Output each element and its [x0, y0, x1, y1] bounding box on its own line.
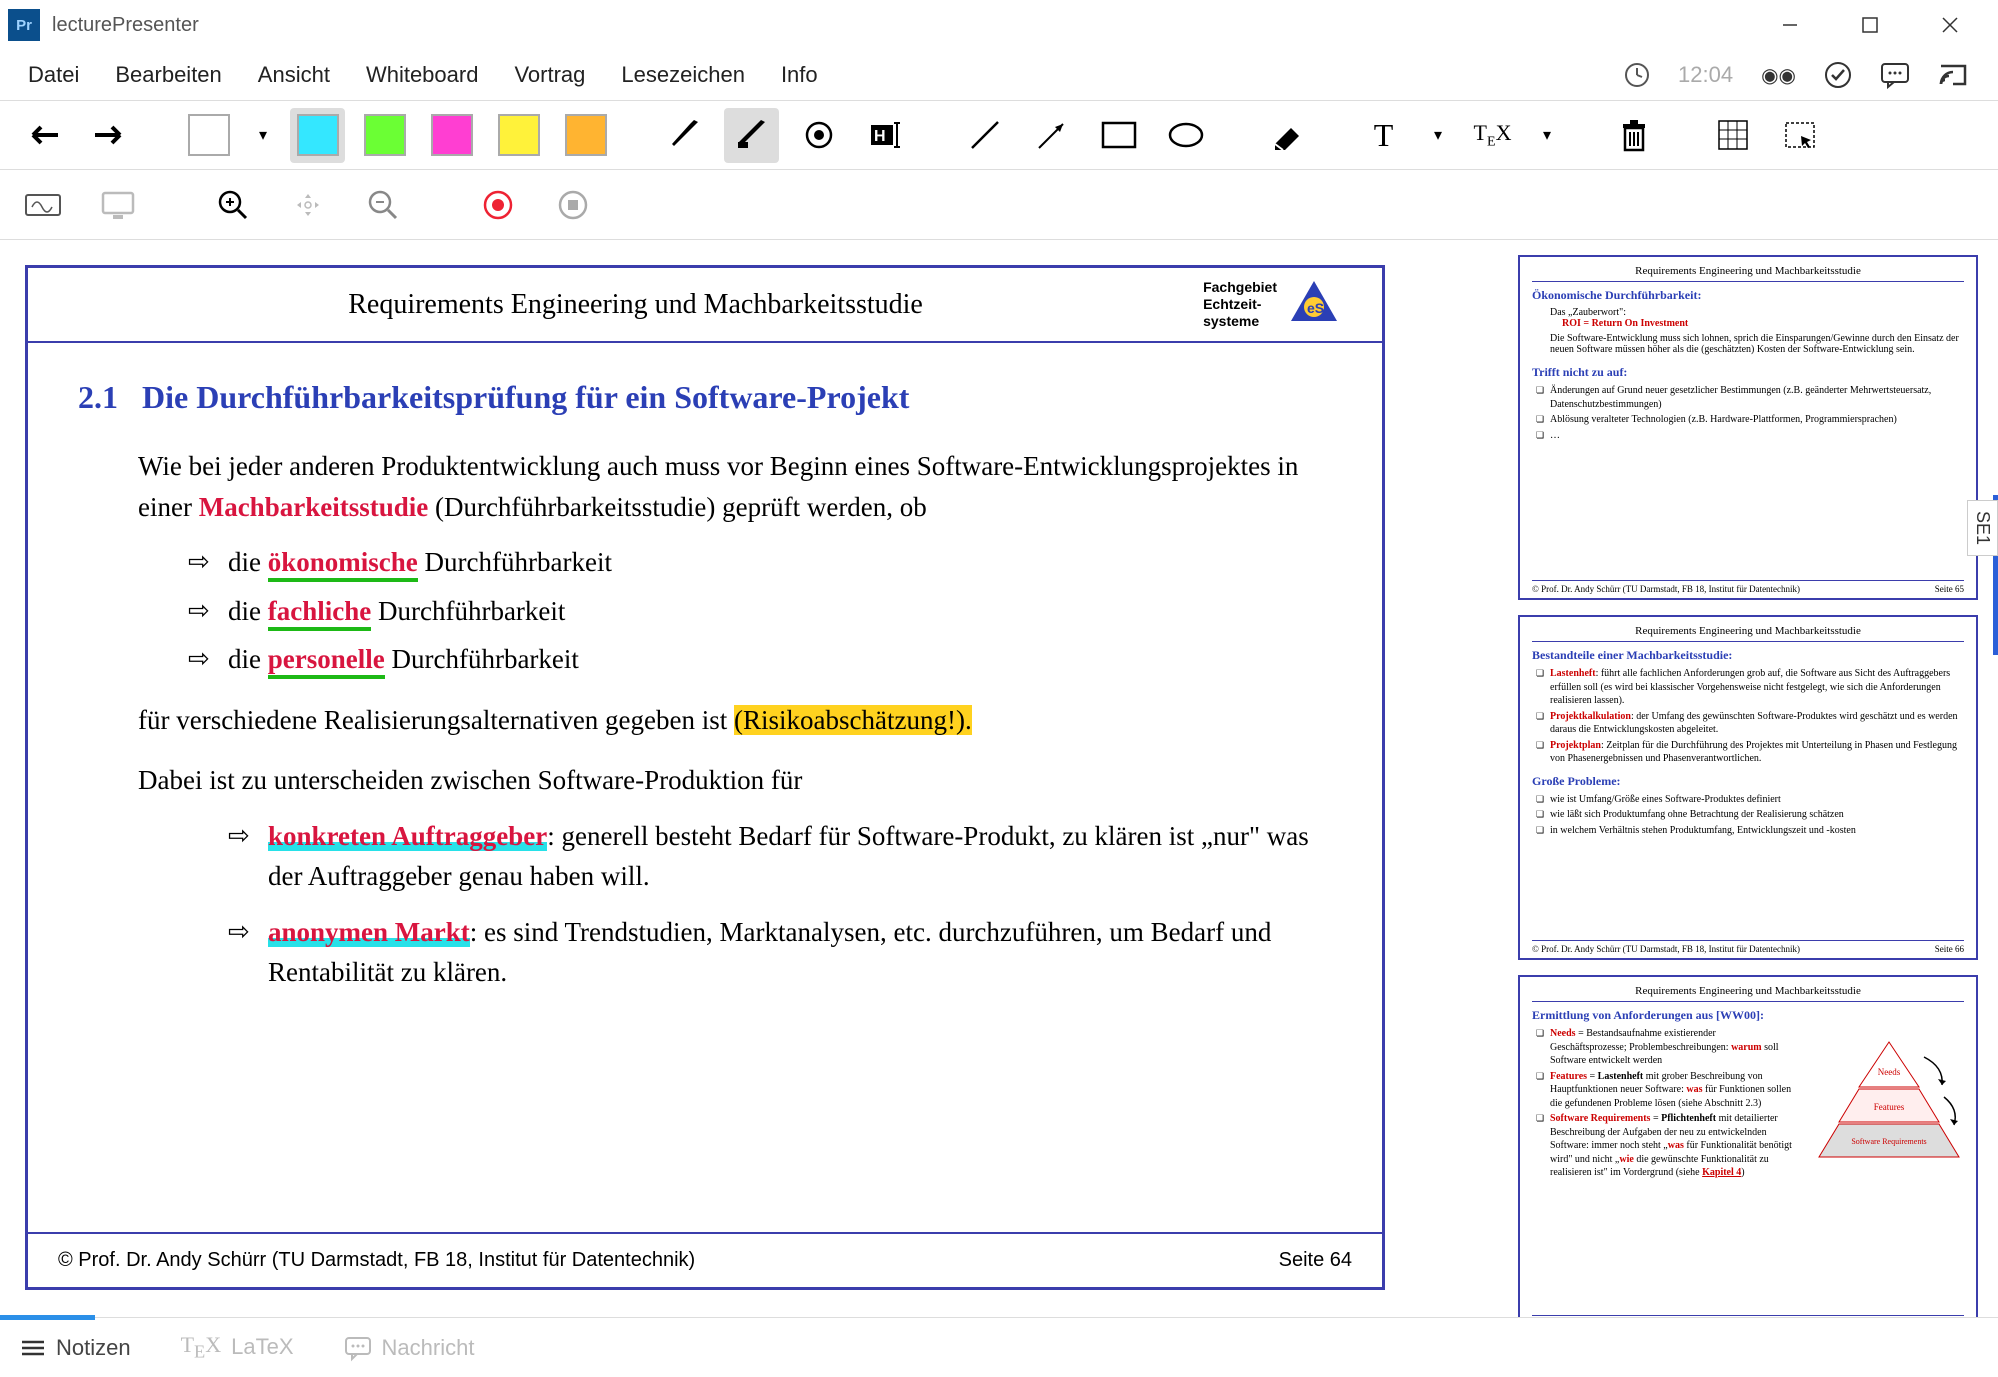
- thumb-header: Requirements Engineering und Machbarkeit…: [1532, 625, 1964, 642]
- toolbar-main: ▾ H T ▾ TEX ▾: [0, 100, 1998, 170]
- latex-dropdown[interactable]: ▾: [1532, 108, 1562, 163]
- zoom-out-button[interactable]: [355, 177, 410, 232]
- svg-text:Features: Features: [1874, 1102, 1905, 1112]
- select-area-tool[interactable]: [1772, 108, 1827, 163]
- ellipse-tool[interactable]: [1158, 108, 1213, 163]
- side-tab[interactable]: SE1: [1967, 500, 1998, 556]
- latex-icon: TEX: [181, 1332, 222, 1362]
- menu-whiteboard[interactable]: Whiteboard: [348, 54, 497, 96]
- text-select-tool[interactable]: H: [858, 108, 913, 163]
- message-icon: [344, 1336, 372, 1360]
- footer-author: © Prof. Dr. Andy Schürr (TU Darmstadt, F…: [58, 1249, 695, 1272]
- color-pink[interactable]: [181, 108, 236, 163]
- window-controls: [1770, 10, 1990, 40]
- section-heading: 2.1 Die Durchführbarkeitsprüfung für ein…: [78, 373, 1332, 421]
- menu-lesezeichen[interactable]: Lesezeichen: [603, 54, 763, 96]
- current-slide[interactable]: Requirements Engineering und Machbarkeit…: [25, 265, 1385, 1290]
- record-indicator-icon[interactable]: ◉◉: [1761, 63, 1796, 88]
- stop-button[interactable]: [545, 177, 600, 232]
- bullet-item: konkreten Auftraggeber: generell besteht…: [138, 816, 1332, 897]
- svg-text:Needs: Needs: [1878, 1067, 1901, 1077]
- logo-icon: eS: [1287, 277, 1342, 332]
- thumb-header: Requirements Engineering und Machbarkeit…: [1532, 265, 1964, 282]
- line-tool[interactable]: [957, 108, 1012, 163]
- slide-body: 2.1 Die Durchführbarkeitsprüfung für ein…: [28, 343, 1382, 1031]
- menubar: Datei Bearbeiten Ansicht Whiteboard Vort…: [0, 50, 1998, 100]
- tab-latex[interactable]: TEX LaTeX: [181, 1332, 294, 1362]
- display-button[interactable]: [90, 177, 145, 232]
- slide-header: Requirements Engineering und Machbarkeit…: [28, 268, 1382, 343]
- pan-button[interactable]: [280, 177, 335, 232]
- svg-text:H: H: [874, 128, 886, 145]
- paragraph: Dabei ist zu unterscheiden zwischen Soft…: [138, 760, 1332, 801]
- menu-datei[interactable]: Datei: [10, 54, 97, 96]
- minimize-button[interactable]: [1770, 10, 1810, 40]
- menu-info[interactable]: Info: [763, 54, 836, 96]
- delete-tool[interactable]: [1606, 108, 1661, 163]
- bullet-item: anonymen Markt: es sind Trendstudien, Ma…: [138, 912, 1332, 993]
- bullet-item: die ökonomische Durchführbarkeit: [138, 542, 1332, 583]
- pointer-tool[interactable]: [791, 108, 846, 163]
- tab-notizen[interactable]: Notizen: [20, 1335, 131, 1361]
- eraser-tool[interactable]: [1257, 108, 1312, 163]
- clock-time: 12:04: [1678, 62, 1733, 88]
- toolbar-secondary: [0, 170, 1998, 240]
- text-tool[interactable]: T: [1356, 108, 1411, 163]
- thumbnail-slide-66[interactable]: Requirements Engineering und Machbarkeit…: [1518, 615, 1978, 960]
- menu-vortrag[interactable]: Vortrag: [496, 54, 603, 96]
- thumb-header: Requirements Engineering und Machbarkeit…: [1532, 985, 1964, 1002]
- close-button[interactable]: [1930, 10, 1970, 40]
- thumbnail-panel: Requirements Engineering und Machbarkeit…: [1508, 240, 1998, 1317]
- bullet-item: die fachliche Durchführbarkeit: [138, 591, 1332, 632]
- grid-tool[interactable]: [1705, 108, 1760, 163]
- color-yellow[interactable]: [491, 108, 546, 163]
- color-green[interactable]: [357, 108, 412, 163]
- maximize-button[interactable]: [1850, 10, 1890, 40]
- tab-nachricht[interactable]: Nachricht: [344, 1335, 475, 1361]
- titlebar: Pr lecturePresenter: [0, 0, 1998, 50]
- department-label: FachgebietEchtzeit-systeme: [1203, 279, 1277, 329]
- app-title: lecturePresenter: [52, 14, 199, 37]
- footer-page: Seite 64: [1279, 1249, 1352, 1272]
- highlighter-tool[interactable]: [724, 108, 779, 163]
- color-magenta[interactable]: [424, 108, 479, 163]
- slide-area: Requirements Engineering und Machbarkeit…: [0, 240, 1508, 1317]
- bullet-item: die personelle Durchführbarkeit: [138, 639, 1332, 680]
- paragraph: Wie bei jeder anderen Produktentwicklung…: [138, 446, 1332, 527]
- rectangle-tool[interactable]: [1091, 108, 1146, 163]
- arrow-tool[interactable]: [1024, 108, 1079, 163]
- chat-icon[interactable]: [1880, 62, 1910, 88]
- redo-button[interactable]: [82, 108, 137, 163]
- pyramid-diagram: Needs Features Software Requirements: [1814, 1037, 1964, 1167]
- main-area: Requirements Engineering und Machbarkeit…: [0, 240, 1998, 1317]
- record-button[interactable]: [470, 177, 525, 232]
- undo-button[interactable]: [15, 108, 70, 163]
- svg-text:eS: eS: [1307, 300, 1324, 316]
- color-orange[interactable]: [558, 108, 613, 163]
- presenter-view-button[interactable]: [15, 177, 70, 232]
- text-dropdown[interactable]: ▾: [1423, 108, 1453, 163]
- pen-tool[interactable]: [657, 108, 712, 163]
- thumbnail-slide-67[interactable]: Requirements Engineering und Machbarkeit…: [1518, 975, 1978, 1317]
- slide-header-title: Requirements Engineering und Machbarkeit…: [68, 289, 1203, 321]
- thumbnail-slide-65[interactable]: Requirements Engineering und Machbarkeit…: [1518, 255, 1978, 600]
- bottombar: Notizen TEX LaTeX Nachricht: [0, 1317, 1998, 1377]
- progress-indicator: [0, 1315, 95, 1320]
- clock-icon: [1624, 62, 1650, 88]
- svg-text:Software Requirements: Software Requirements: [1851, 1137, 1926, 1146]
- checklist-icon[interactable]: [1824, 61, 1852, 89]
- cast-icon[interactable]: [1938, 62, 1968, 88]
- menu-ansicht[interactable]: Ansicht: [240, 54, 348, 96]
- latex-tool[interactable]: TEX: [1465, 108, 1520, 163]
- slide-footer: © Prof. Dr. Andy Schürr (TU Darmstadt, F…: [28, 1232, 1382, 1287]
- zoom-in-button[interactable]: [205, 177, 260, 232]
- menu-bearbeiten[interactable]: Bearbeiten: [97, 54, 239, 96]
- color-dropdown[interactable]: ▾: [248, 108, 278, 163]
- color-cyan[interactable]: [290, 108, 345, 163]
- notes-icon: [20, 1338, 46, 1358]
- paragraph: für verschiedene Realisierungsalternativ…: [138, 700, 1332, 741]
- app-icon: Pr: [8, 9, 40, 41]
